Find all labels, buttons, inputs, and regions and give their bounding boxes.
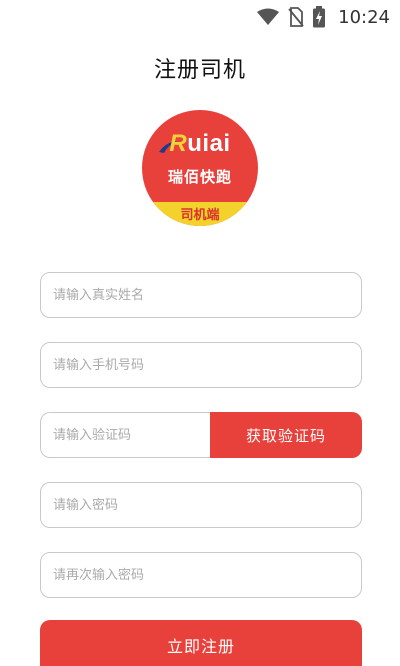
register-button[interactable]: 立即注册 xyxy=(40,620,362,666)
get-code-button[interactable]: 获取验证码 xyxy=(210,412,362,458)
name-input[interactable] xyxy=(41,273,361,317)
phone-input[interactable] xyxy=(41,343,361,387)
logo-brand-r: R xyxy=(169,130,188,157)
wifi-icon xyxy=(256,8,280,26)
logo-brand: Ruiai xyxy=(142,130,258,158)
status-time: 10:24 xyxy=(338,6,390,28)
verification-code-row: 获取验证码 xyxy=(40,412,362,458)
password-input[interactable] xyxy=(41,483,361,527)
name-field xyxy=(40,272,362,318)
no-sim-icon xyxy=(288,7,304,27)
logo-sub-label: 司机端 xyxy=(180,208,220,223)
phone-field xyxy=(40,342,362,388)
password-confirm-field xyxy=(40,552,362,598)
logo-brand-cn: 瑞佰快跑 xyxy=(167,168,232,186)
register-screen: 10:24 注册司机 Ruiai 瑞佰快跑 司机端 获取验证码 立即注册 xyxy=(0,0,400,666)
logo-brand-rest: uiai xyxy=(187,130,231,157)
password-confirm-input[interactable] xyxy=(41,553,361,597)
code-field xyxy=(40,412,212,458)
page-title: 注册司机 xyxy=(153,58,246,83)
password-field xyxy=(40,482,362,528)
code-input[interactable] xyxy=(41,413,212,457)
battery-charging-icon xyxy=(312,6,326,28)
status-bar: 10:24 xyxy=(0,0,400,34)
app-logo: Ruiai 瑞佰快跑 司机端 xyxy=(142,110,258,226)
